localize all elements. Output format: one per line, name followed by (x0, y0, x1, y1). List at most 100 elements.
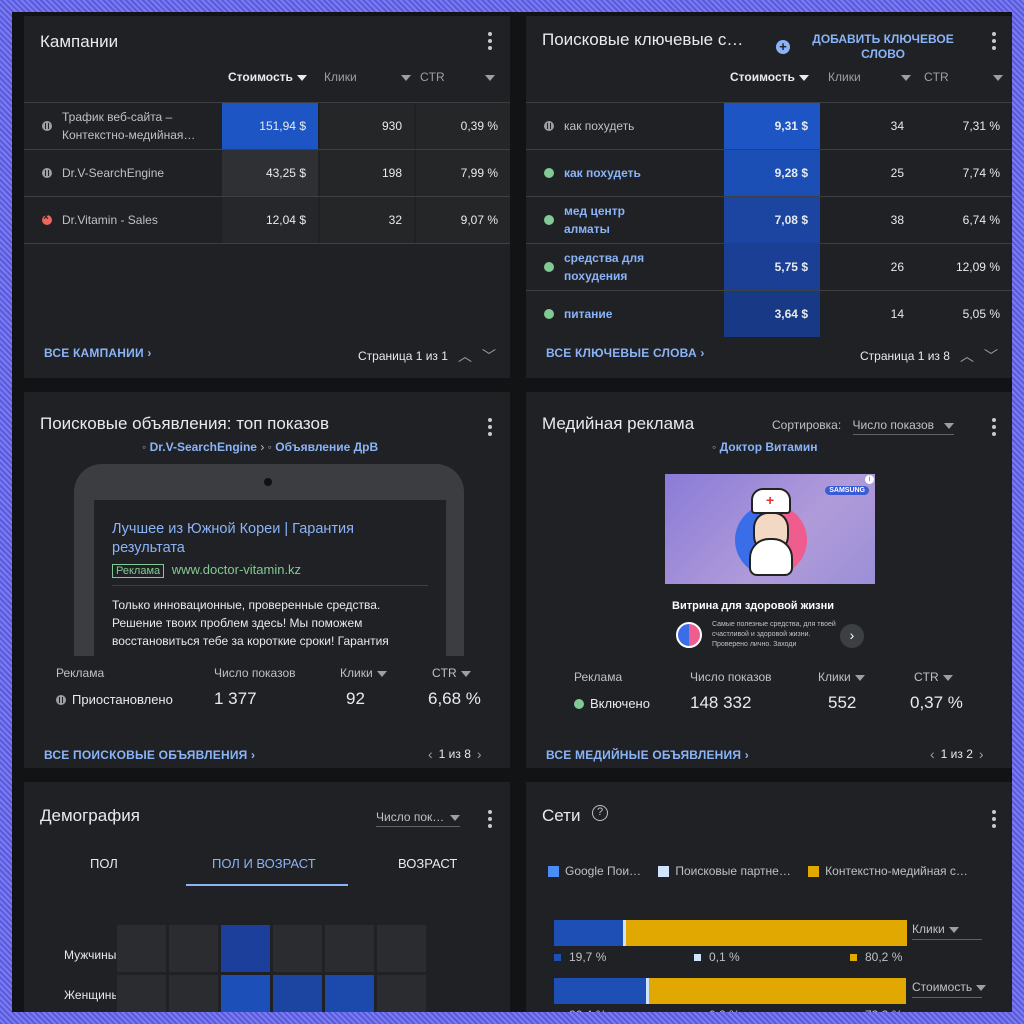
keyword-name-cell[interactable]: как похудеть (544, 103, 724, 149)
table-row[interactable]: питание 3,64 $ 14 5,05 % (526, 290, 1012, 337)
pager: Страница 1 из 1 ︿ ﹀ (358, 346, 496, 366)
table-row[interactable]: мед центр алматы 7,08 $ 38 6,74 % (526, 196, 1012, 243)
card-title: Сети (542, 806, 581, 825)
all-keywords-link[interactable]: ВСЕ КЛЮЧЕВЫЕ СЛОВА › (546, 346, 705, 360)
ad-url[interactable]: www.doctor-vitamin.kz (172, 562, 301, 577)
heatmap-cell[interactable] (272, 974, 323, 1012)
label-ctr[interactable]: CTR (914, 670, 953, 684)
ctr-cell: 9,07 % (416, 197, 510, 243)
metric-select[interactable]: Стоимость (912, 980, 987, 998)
chevron-right-icon[interactable]: › (979, 746, 984, 762)
more-menu-icon[interactable] (488, 32, 492, 50)
heatmap-cell[interactable] (272, 924, 323, 973)
ad-choices-icon[interactable]: i (865, 475, 874, 484)
ctr-cell: 7,31 % (962, 119, 1000, 133)
column-header-clicks[interactable]: Клики (324, 70, 411, 84)
chevron-left-icon[interactable]: ‹ (930, 746, 935, 762)
heatmap-cell[interactable] (376, 974, 427, 1012)
bar-segment-search[interactable] (554, 978, 647, 1004)
help-icon[interactable]: ? (592, 805, 608, 821)
more-menu-icon[interactable] (992, 418, 996, 436)
search-ads-card: Поисковые объявления: топ показов ◦ Dr.V… (24, 392, 510, 768)
legend-item-search[interactable]: Google Пои… (548, 864, 641, 878)
more-menu-icon[interactable] (488, 418, 492, 436)
campaign-link[interactable]: Доктор Витамин (720, 440, 818, 454)
label-clicks[interactable]: Клики (818, 670, 865, 684)
chevron-up-icon[interactable]: ︿ (960, 346, 974, 366)
card-title: Поисковые объявления: топ показов (40, 414, 329, 433)
metric-select[interactable]: Число пок… (376, 810, 461, 827)
chevron-down-icon[interactable]: ﹀ (482, 346, 496, 366)
tab-gender-age[interactable]: ПОЛ И ВОЗРАСТ (212, 856, 316, 871)
keyword-name-cell[interactable]: мед центр алматы (544, 197, 724, 243)
more-menu-icon[interactable] (992, 810, 996, 828)
all-campaigns-link[interactable]: ВСЕ КАМПАНИИ › (44, 346, 152, 360)
sort-desc-icon (296, 74, 307, 81)
bar-segment-display[interactable] (649, 978, 906, 1004)
sort-select[interactable]: Число показов (852, 418, 955, 435)
chevron-up-icon[interactable]: ︿ (458, 346, 472, 366)
heatmap-cell[interactable] (168, 924, 219, 973)
column-header-clicks[interactable]: Клики (828, 70, 914, 84)
add-keyword-button[interactable]: + ДОБАВИТЬ КЛЮЧЕВОЕ СЛОВО (776, 32, 958, 62)
keyword-name-cell[interactable]: средства для похудения (544, 244, 724, 290)
heatmap-cell[interactable] (376, 924, 427, 973)
all-search-ads-link[interactable]: ВСЕ ПОИСКОВЫЕ ОБЪЯВЛЕНИЯ › (44, 748, 255, 762)
heatmap-cell[interactable] (116, 924, 167, 973)
legend-item-display[interactable]: Контекстно-медийная с… (808, 864, 968, 878)
clicks-cell: 198 (320, 150, 414, 196)
display-ad-banner[interactable]: + SAMSUNG i (665, 474, 875, 584)
keyword-name-cell[interactable]: как похудеть (544, 150, 724, 196)
heatmap-cell[interactable] (116, 974, 167, 1012)
enabled-icon (544, 262, 554, 272)
table-row[interactable]: как похудеть 9,28 $ 25 7,74 % (526, 149, 1012, 196)
table-row[interactable]: Трафик веб-сайта – Контекстно-медийная… … (24, 102, 510, 149)
table-row[interactable]: Dr.V-SearchEngine 43,25 $ 198 7,99 % (24, 149, 510, 196)
campaign-name-cell[interactable]: Dr.Vitamin - Sales (42, 197, 222, 243)
ad-status: Включено (574, 696, 650, 711)
column-header-cost[interactable]: Стоимость (228, 70, 307, 84)
cost-cell: 151,94 $ (222, 103, 318, 149)
heatmap-cell[interactable] (220, 974, 271, 1012)
tab-gender[interactable]: ПОЛ (90, 856, 118, 871)
column-header-cost[interactable]: Стоимость (730, 70, 809, 84)
legend-swatch (694, 1011, 701, 1012)
metric-select[interactable]: Клики (912, 922, 982, 940)
heatmap-cell[interactable] (324, 974, 375, 1012)
cost-cell: 12,04 $ (222, 197, 318, 243)
chevron-down-icon[interactable]: ﹀ (984, 346, 998, 366)
bar-segment-display[interactable] (625, 920, 907, 946)
banner-next-button[interactable]: › (840, 624, 864, 648)
column-header-ctr[interactable]: CTR (420, 70, 502, 84)
more-menu-icon[interactable] (992, 32, 996, 50)
campaign-name-cell[interactable]: Трафик веб-сайта – Контекстно-медийная… (42, 103, 222, 149)
row-label-women: Женщины (64, 988, 116, 1002)
card-title: Кампании (40, 32, 119, 51)
legend-item-partners[interactable]: Поисковые партне… (658, 864, 791, 878)
clicks-value: 552 (828, 693, 857, 712)
pager: Страница 1 из 8 ︿ ﹀ (860, 346, 998, 366)
chevron-left-icon[interactable]: ‹ (428, 746, 433, 762)
label-clicks[interactable]: Клики (340, 666, 387, 680)
table-row[interactable]: Dr.Vitamin - Sales 12,04 $ 32 9,07 % (24, 196, 510, 243)
all-display-ads-link[interactable]: ВСЕ МЕДИЙНЫЕ ОБЪЯВЛЕНИЯ › (546, 748, 749, 762)
campaign-name-cell[interactable]: Dr.V-SearchEngine (42, 150, 222, 196)
dashboard: Кампании Стоимость Клики CTR Трафик веб-… (12, 12, 1012, 1012)
table-row[interactable]: как похудеть 9,31 $ 34 7,31 % (526, 102, 1012, 149)
clicks-cell: 14 (890, 307, 904, 321)
label-ctr[interactable]: CTR (432, 666, 471, 680)
tab-age[interactable]: ВОЗРАСТ (398, 856, 457, 871)
heatmap-cell[interactable] (324, 924, 375, 973)
chevron-down-icon (376, 670, 387, 677)
chevron-right-icon[interactable]: › (477, 746, 482, 762)
table-row[interactable]: средства для похудения 5,75 $ 26 12,09 % (526, 243, 1012, 290)
breadcrumb-campaign[interactable]: Dr.V-SearchEngine (150, 440, 257, 454)
column-header-ctr[interactable]: CTR (924, 70, 1006, 84)
more-menu-icon[interactable] (488, 810, 492, 828)
heatmap-cell[interactable] (220, 924, 271, 973)
heatmap-cell[interactable] (168, 974, 219, 1012)
ad-headline[interactable]: Лучшее из Южной Кореи | Гарантия результ… (112, 520, 428, 558)
breadcrumb-ad[interactable]: Объявление ДрВ (275, 440, 378, 454)
keyword-name-cell[interactable]: питание (544, 291, 724, 337)
bar-segment-search[interactable] (554, 920, 623, 946)
